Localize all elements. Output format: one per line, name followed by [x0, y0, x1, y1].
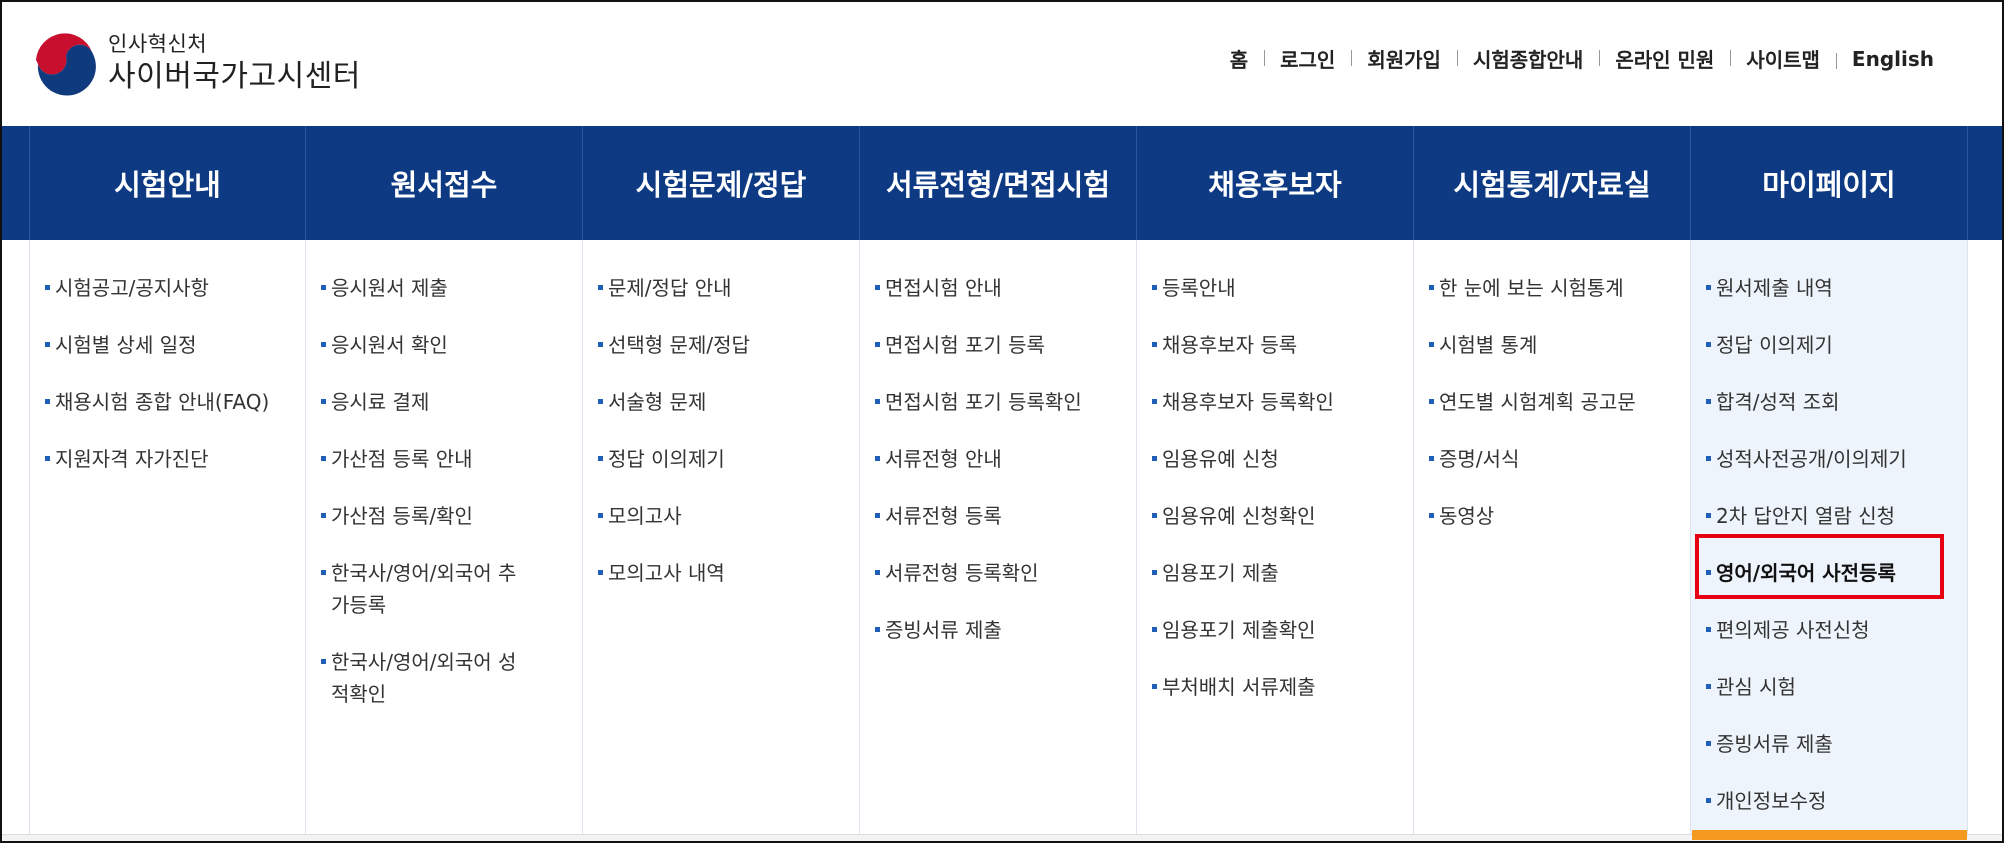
submenu-item[interactable]: 한국사/영어/외국어 성적확인: [321, 646, 521, 710]
nav-application[interactable]: 원서접수: [306, 126, 583, 240]
submenu-item[interactable]: 시험별 통계: [1429, 329, 1690, 361]
submenu-item[interactable]: 성적사전공개/이의제기: [1706, 443, 1967, 475]
submenu-item[interactable]: 채용후보자 등록: [1152, 329, 1413, 361]
submenu-item[interactable]: 2차 답안지 열람 신청: [1706, 500, 1967, 532]
submenu-item[interactable]: 모의고사: [598, 500, 859, 532]
submenu-item[interactable]: 개인정보수정: [1706, 785, 1967, 817]
page-frame: 인사혁신처 사이버국가고시센터 홈 로그인 회원가입 시험종합안내 온라인 민원…: [0, 0, 2004, 843]
submenu-item-english-preregistration[interactable]: 영어/외국어 사전등록: [1706, 557, 1967, 589]
nav-candidates[interactable]: 채용후보자: [1137, 126, 1414, 240]
nav-statistics[interactable]: 시험통계/자료실: [1414, 126, 1691, 240]
submenu-document-interview: 면접시험 안내 면접시험 포기 등록 면접시험 포기 등록확인 서류전형 안내 …: [860, 240, 1137, 840]
submenu-item[interactable]: 등록안내: [1152, 272, 1413, 304]
submenu-item[interactable]: 가산점 등록/확인: [321, 500, 582, 532]
util-home-link[interactable]: 홈: [1214, 44, 1264, 73]
nav-mypage[interactable]: 마이페이지: [1691, 126, 1968, 240]
submenu-item[interactable]: 서술형 문제: [598, 386, 859, 418]
site-header: 인사혁신처 사이버국가고시센터 홈 로그인 회원가입 시험종합안내 온라인 민원…: [2, 2, 2002, 126]
site-logo[interactable]: 인사혁신처 사이버국가고시센터: [32, 30, 361, 96]
submenu-item[interactable]: 증빙서류 제출: [1706, 728, 1967, 760]
submenu-candidates: 등록안내 채용후보자 등록 채용후보자 등록확인 임용유예 신청 임용유예 신청…: [1137, 240, 1414, 840]
mega-menu-dropdown: 시험공고/공지사항 시험별 상세 일정 채용시험 종합 안내(FAQ) 지원자격…: [29, 240, 1968, 840]
nav-exam-info[interactable]: 시험안내: [29, 126, 306, 240]
submenu-item[interactable]: 임용포기 제출: [1152, 557, 1413, 589]
accent-bar: [1692, 830, 1967, 840]
submenu-item[interactable]: 채용시험 종합 안내(FAQ): [45, 386, 305, 418]
submenu-questions-answers: 문제/정답 안내 선택형 문제/정답 서술형 문제 정답 이의제기 모의고사 모…: [583, 240, 860, 840]
util-exam-guide-link[interactable]: 시험종합안내: [1456, 44, 1599, 73]
submenu-item[interactable]: 부처배치 서류제출: [1152, 671, 1413, 703]
submenu-item[interactable]: 문제/정답 안내: [598, 272, 859, 304]
submenu-item[interactable]: 정답 이의제기: [1706, 329, 1967, 361]
submenu-item[interactable]: 선택형 문제/정답: [598, 329, 859, 361]
nav-document-interview[interactable]: 서류전형/면접시험: [860, 126, 1137, 240]
submenu-item[interactable]: 시험별 상세 일정: [45, 329, 305, 361]
taegeuk-logo-icon: [34, 32, 96, 96]
submenu-item[interactable]: 면접시험 포기 등록: [875, 329, 1136, 361]
util-sitemap-link[interactable]: 사이트맵: [1730, 44, 1836, 73]
submenu-item[interactable]: 편의제공 사전신청: [1706, 614, 1967, 646]
submenu-item[interactable]: 가산점 등록 안내: [321, 443, 582, 475]
submenu-item[interactable]: 서류전형 등록: [875, 500, 1136, 532]
submenu-item[interactable]: 임용유예 신청: [1152, 443, 1413, 475]
submenu-item[interactable]: 서류전형 안내: [875, 443, 1136, 475]
main-nav-bar: 시험안내 원서접수 시험문제/정답 서류전형/면접시험 채용후보자 시험통계/자…: [2, 126, 2002, 240]
nav-questions-answers[interactable]: 시험문제/정답: [583, 126, 860, 240]
submenu-item[interactable]: 채용후보자 등록확인: [1152, 386, 1413, 418]
util-online-civil-link[interactable]: 온라인 민원: [1599, 44, 1730, 73]
submenu-item[interactable]: 임용포기 제출확인: [1152, 614, 1413, 646]
submenu-item[interactable]: 동영상: [1429, 500, 1690, 532]
util-login-link[interactable]: 로그인: [1264, 44, 1351, 73]
submenu-item[interactable]: 응시원서 제출: [321, 272, 582, 304]
submenu-item[interactable]: 증빙서류 제출: [875, 614, 1136, 646]
logo-title: 사이버국가고시센터: [108, 58, 361, 94]
utility-nav: 홈 로그인 회원가입 시험종합안내 온라인 민원 사이트맵 English: [1214, 44, 1950, 73]
submenu-item[interactable]: 한 눈에 보는 시험통계: [1429, 272, 1690, 304]
submenu-item[interactable]: 면접시험 안내: [875, 272, 1136, 304]
submenu-item[interactable]: 모의고사 내역: [598, 557, 859, 589]
submenu-item[interactable]: 관심 시험: [1706, 671, 1967, 703]
submenu-item[interactable]: 합격/성적 조회: [1706, 386, 1967, 418]
submenu-item[interactable]: 면접시험 포기 등록확인: [875, 386, 1136, 418]
submenu-item[interactable]: 증명/서식: [1429, 443, 1690, 475]
submenu-item[interactable]: 응시원서 확인: [321, 329, 582, 361]
util-signup-link[interactable]: 회원가입: [1351, 44, 1457, 73]
submenu-item[interactable]: 연도별 시험계획 공고문: [1429, 386, 1690, 418]
submenu-item[interactable]: 시험공고/공지사항: [45, 272, 305, 304]
util-english-link[interactable]: English: [1835, 47, 1950, 71]
submenu-application: 응시원서 제출 응시원서 확인 응시료 결제 가산점 등록 안내 가산점 등록/…: [306, 240, 583, 840]
submenu-item[interactable]: 지원자격 자가진단: [45, 443, 305, 475]
submenu-item[interactable]: 서류전형 등록확인: [875, 557, 1136, 589]
submenu-item[interactable]: 임용유예 신청확인: [1152, 500, 1413, 532]
submenu-statistics: 한 눈에 보는 시험통계 시험별 통계 연도별 시험계획 공고문 증명/서식 동…: [1414, 240, 1691, 840]
logo-subtitle: 인사혁신처: [108, 32, 208, 57]
submenu-item[interactable]: 응시료 결제: [321, 386, 582, 418]
submenu-item[interactable]: 원서제출 내역: [1706, 272, 1967, 304]
submenu-item[interactable]: 한국사/영어/외국어 추가등록: [321, 557, 521, 621]
submenu-item[interactable]: 정답 이의제기: [598, 443, 859, 475]
submenu-mypage: 원서제출 내역 정답 이의제기 합격/성적 조회 성적사전공개/이의제기 2차 …: [1691, 240, 1968, 840]
submenu-exam-info: 시험공고/공지사항 시험별 상세 일정 채용시험 종합 안내(FAQ) 지원자격…: [29, 240, 306, 840]
